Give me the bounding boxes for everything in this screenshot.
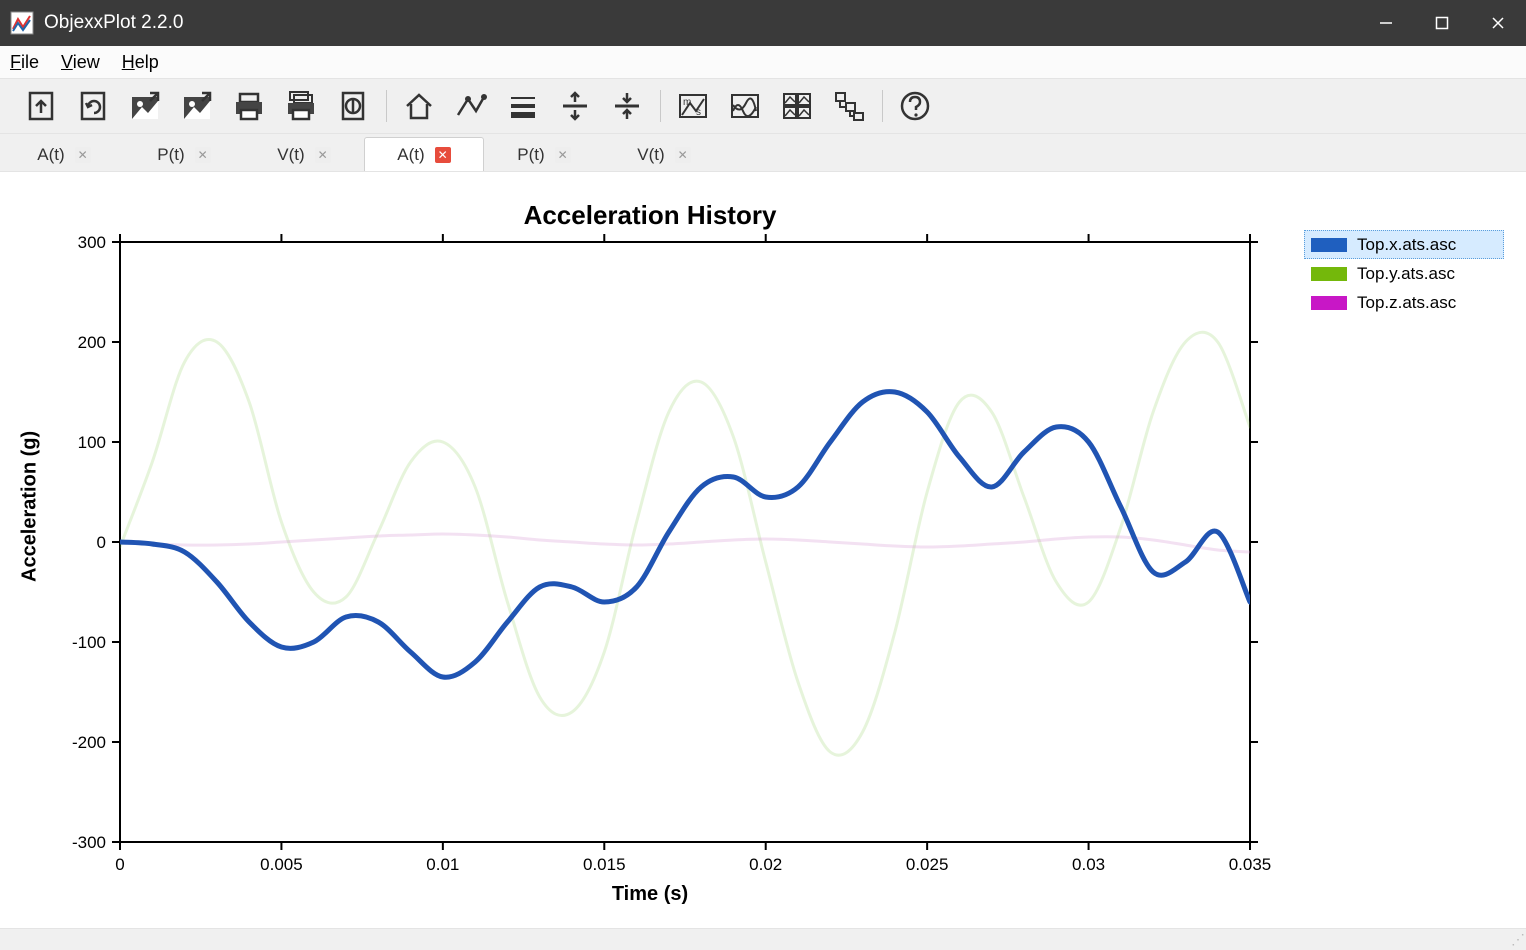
tab-label: P(t) — [517, 145, 544, 165]
tab-label: A(t) — [397, 145, 424, 165]
tab-vt-2[interactable]: V(t) ✕ — [244, 137, 364, 171]
svg-text:0: 0 — [97, 533, 106, 552]
x-axis-label: Time (s) — [10, 883, 1290, 906]
svg-text:0.01: 0.01 — [426, 855, 459, 874]
legend: Top.x.ats.asc Top.y.ats.asc Top.z.ats.asc — [1304, 230, 1504, 317]
reload-button[interactable] — [70, 84, 116, 128]
svg-text:-200: -200 — [72, 733, 106, 752]
print-all-button[interactable] — [278, 84, 324, 128]
svg-text:0.015: 0.015 — [583, 855, 626, 874]
tab-close-icon[interactable]: ✕ — [315, 147, 331, 163]
legend-label: Top.x.ats.asc — [1357, 235, 1456, 255]
tab-label: V(t) — [637, 145, 664, 165]
chart-canvas[interactable]: -300 -200 -100 0 100 200 300 0 0.005 0.01 0.015 0.0… — [10, 182, 1290, 912]
svg-text:0.035: 0.035 — [1229, 855, 1272, 874]
legend-swatch-icon — [1311, 238, 1347, 252]
minimize-button[interactable] — [1358, 0, 1414, 46]
close-button[interactable] — [1470, 0, 1526, 46]
svg-text:200: 200 — [78, 333, 106, 352]
line-width-button[interactable] — [500, 84, 546, 128]
tab-close-icon[interactable]: ✕ — [195, 147, 211, 163]
maximize-button[interactable] — [1414, 0, 1470, 46]
home-button[interactable] — [396, 84, 442, 128]
toolbar: ms — [0, 78, 1526, 134]
tabstrip: A(t) ✕ P(t) ✕ V(t) ✕ A(t) ✕ P(t) ✕ V(t) ✕ — [0, 134, 1526, 172]
tab-at-0[interactable]: A(t) ✕ — [4, 137, 124, 171]
legend-item-1[interactable]: Top.y.ats.asc — [1304, 259, 1504, 288]
page-setup-button[interactable] — [330, 84, 376, 128]
tree-button[interactable] — [826, 84, 872, 128]
tab-close-icon[interactable]: ✕ — [675, 147, 691, 163]
print-button[interactable] — [226, 84, 272, 128]
svg-text:-100: -100 — [72, 633, 106, 652]
y-axis-label: Acceleration (g) — [19, 431, 42, 582]
svg-text:0: 0 — [115, 855, 124, 874]
menu-help[interactable]: Help — [118, 50, 163, 75]
titlebar: ObjexxPlot 2.2.0 — [0, 0, 1526, 46]
chart-title: Acceleration History — [10, 200, 1290, 231]
export-pdf-button[interactable] — [174, 84, 220, 128]
menu-file[interactable]: File — [6, 50, 43, 75]
tab-at-3[interactable]: A(t) ✕ — [364, 137, 484, 171]
svg-text:100: 100 — [78, 433, 106, 452]
menubar: File View Help — [0, 46, 1526, 78]
help-button[interactable] — [892, 84, 938, 128]
window-title: ObjexxPlot 2.2.0 — [44, 12, 183, 34]
multiplot-button[interactable] — [774, 84, 820, 128]
app-icon — [10, 11, 34, 35]
svg-text:0.005: 0.005 — [260, 855, 303, 874]
tab-vt-5[interactable]: V(t) ✕ — [604, 137, 724, 171]
legend-swatch-icon — [1311, 296, 1347, 310]
overlay-button[interactable] — [722, 84, 768, 128]
units-button[interactable]: ms — [670, 84, 716, 128]
export-image-button[interactable] — [122, 84, 168, 128]
svg-text:0.03: 0.03 — [1072, 855, 1105, 874]
svg-text:0.02: 0.02 — [749, 855, 782, 874]
tab-pt-1[interactable]: P(t) ✕ — [124, 137, 244, 171]
expand-v-button[interactable] — [552, 84, 598, 128]
legend-item-2[interactable]: Top.z.ats.asc — [1304, 288, 1504, 317]
series-Top.z.ats.asc[interactable] — [120, 534, 1250, 552]
svg-text:0.025: 0.025 — [906, 855, 949, 874]
legend-label: Top.z.ats.asc — [1357, 293, 1456, 313]
svg-text:-300: -300 — [72, 833, 106, 852]
tab-pt-4[interactable]: P(t) ✕ — [484, 137, 604, 171]
tab-label: V(t) — [277, 145, 304, 165]
tab-close-icon[interactable]: ✕ — [75, 147, 91, 163]
plot-area: Acceleration History Acceleration (g) Ti… — [0, 172, 1526, 928]
tab-close-icon[interactable]: ✕ — [555, 147, 571, 163]
line-style-button[interactable] — [448, 84, 494, 128]
legend-item-0[interactable]: Top.x.ats.asc — [1304, 230, 1504, 259]
tab-label: A(t) — [37, 145, 64, 165]
legend-label: Top.y.ats.asc — [1357, 264, 1455, 284]
collapse-v-button[interactable] — [604, 84, 650, 128]
svg-text:300: 300 — [78, 233, 106, 252]
open-button[interactable] — [18, 84, 64, 128]
legend-swatch-icon — [1311, 267, 1347, 281]
tab-label: P(t) — [157, 145, 184, 165]
menu-view[interactable]: View — [57, 50, 104, 75]
statusbar: ⋰ — [0, 928, 1526, 950]
resize-grip-icon[interactable]: ⋰ — [1511, 931, 1522, 948]
tab-close-icon[interactable]: ✕ — [435, 147, 451, 163]
series-Top.x.ats.asc[interactable] — [120, 392, 1250, 678]
